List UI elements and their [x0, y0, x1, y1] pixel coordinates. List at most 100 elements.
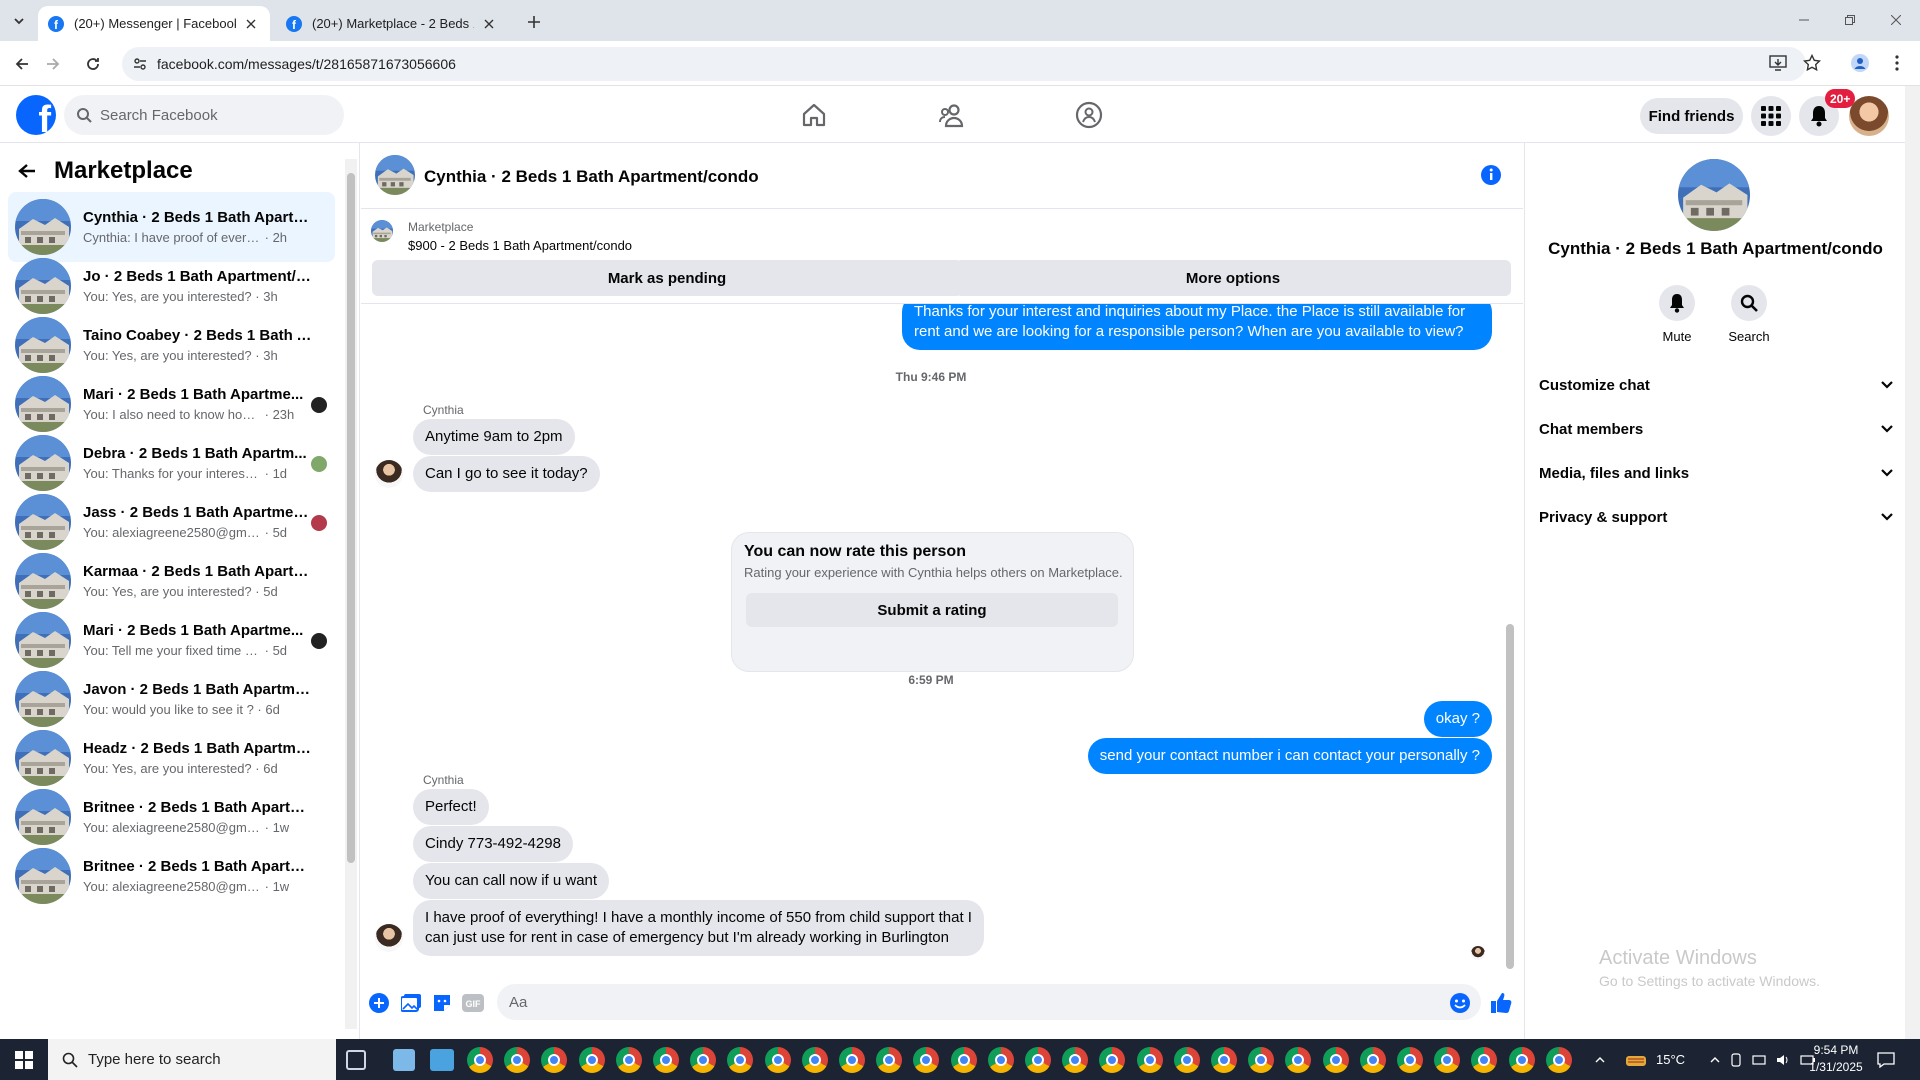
chrome-taskbar-icon[interactable] [1285, 1047, 1312, 1073]
bookmark-star-icon[interactable] [1800, 51, 1824, 75]
chrome-taskbar-icon[interactable] [1434, 1047, 1461, 1073]
privacy-support-section[interactable]: Privacy & support [1539, 495, 1894, 539]
message-outgoing[interactable]: send your contact number i can contact y… [1087, 738, 1492, 774]
chat-avatar[interactable] [375, 155, 415, 195]
message-incoming[interactable]: I have proof of everything! I have a mon… [413, 900, 984, 956]
chrome-taskbar-icon[interactable] [504, 1047, 531, 1073]
submit-rating-button[interactable]: Submit a rating [746, 593, 1118, 627]
new-tab-button[interactable] [521, 9, 547, 35]
pen-icon[interactable] [1730, 1052, 1742, 1067]
search-action[interactable]: Search [1709, 285, 1789, 344]
chrome-taskbar-icon[interactable] [541, 1047, 568, 1073]
chrome-taskbar-icon[interactable] [801, 1047, 828, 1073]
chrome-taskbar-icon[interactable] [1397, 1047, 1423, 1073]
chevron-up-icon[interactable] [1710, 1055, 1720, 1065]
chrome-taskbar-icon[interactable] [839, 1047, 865, 1073]
install-app-icon[interactable] [1766, 51, 1790, 75]
message-outgoing[interactable]: Thanks for your interest and inquiries a… [902, 304, 1492, 350]
chrome-taskbar-icon[interactable] [1471, 1047, 1498, 1073]
taskbar-search-box[interactable]: Type here to search [48, 1039, 336, 1080]
photo-icon[interactable] [399, 991, 423, 1015]
chrome-taskbar-icon[interactable] [727, 1047, 754, 1073]
close-window-button[interactable] [1873, 0, 1919, 40]
back-button[interactable] [9, 51, 35, 77]
chrome-taskbar-icon[interactable] [764, 1047, 791, 1073]
conversation-list-scrollbar[interactable] [345, 159, 357, 1029]
sender-avatar[interactable] [375, 924, 403, 952]
forward-button[interactable] [40, 51, 66, 77]
address-bar[interactable]: facebook.com/messages/t/2816587167305660… [122, 47, 1806, 81]
conversation-item[interactable]: Britnee · 2 Beds 1 Bath Apartme... You: a… [8, 841, 335, 911]
reload-button[interactable] [80, 51, 106, 77]
message-incoming[interactable]: Cindy 773-492-4298 [413, 826, 573, 862]
plus-circle-icon[interactable] [367, 991, 391, 1015]
message-outgoing[interactable]: okay ? [1423, 701, 1492, 737]
sticker-icon[interactable] [430, 991, 454, 1015]
network-icon[interactable] [1752, 1053, 1766, 1067]
chrome-taskbar-icon[interactable] [1545, 1047, 1572, 1073]
chrome-taskbar-icon[interactable] [1322, 1047, 1349, 1073]
account-avatar[interactable] [1849, 96, 1889, 136]
close-tab-icon[interactable] [242, 15, 260, 33]
info-icon[interactable] [1480, 164, 1502, 186]
chat-members-section[interactable]: Chat members [1539, 407, 1894, 451]
listing-thumbnail[interactable] [371, 220, 393, 242]
menu-grid-button[interactable] [1751, 96, 1791, 136]
chrome-taskbar-icon[interactable] [1173, 1047, 1200, 1073]
chat-scrollbar[interactable] [1503, 304, 1517, 974]
tab-marketplace[interactable]: f (20+) Marketplace - 2 Beds 1 B [276, 6, 508, 41]
sender-avatar[interactable] [375, 460, 403, 488]
message-incoming[interactable]: Can I go to see it today? [413, 456, 600, 492]
customize-chat-section[interactable]: Customize chat [1539, 363, 1894, 407]
profile-icon[interactable] [1848, 51, 1872, 75]
media-files-links-section[interactable]: Media, files and links [1539, 451, 1894, 495]
chrome-taskbar-icon[interactable] [1062, 1047, 1089, 1073]
facebook-logo[interactable]: f [16, 95, 56, 135]
mark-as-pending-button[interactable]: Mark as pending [372, 260, 962, 296]
browser-menu-icon[interactable] [1885, 51, 1909, 75]
message-incoming[interactable]: You can call now if u want [413, 863, 610, 899]
emoji-icon[interactable] [1448, 991, 1472, 1015]
restore-window-button[interactable] [1827, 0, 1873, 40]
mute-action[interactable]: Mute [1637, 285, 1717, 344]
groups-icon[interactable] [1074, 100, 1104, 130]
chrome-taskbar-icon[interactable] [950, 1047, 977, 1073]
chrome-taskbar-icon[interactable] [1359, 1047, 1386, 1073]
chrome-taskbar-icon[interactable] [1025, 1047, 1051, 1073]
clock[interactable]: 9:54 PM 1/31/2025 [1800, 1042, 1872, 1076]
chrome-taskbar-icon[interactable] [1248, 1047, 1275, 1073]
home-icon[interactable] [799, 100, 829, 130]
app-icon[interactable] [430, 1049, 454, 1071]
chrome-taskbar-icon[interactable] [1099, 1047, 1126, 1073]
message-input[interactable]: Aa [497, 984, 1481, 1020]
taskbar-overflow-icon[interactable] [1591, 1039, 1609, 1080]
facebook-search-input[interactable]: Search Facebook [64, 95, 344, 135]
chrome-taskbar-icon[interactable] [615, 1047, 642, 1073]
url-text[interactable]: facebook.com/messages/t/2816587167305660… [157, 56, 456, 72]
chrome-taskbar-icon[interactable] [653, 1047, 679, 1073]
chrome-taskbar-icon[interactable] [876, 1047, 903, 1073]
chrome-taskbar-icon[interactable] [1508, 1047, 1535, 1073]
listing-title[interactable]: $900 - 2 Beds 1 Bath Apartment/condo [408, 238, 632, 253]
weather-widget[interactable]: 15°C [1624, 1039, 1685, 1080]
chat-title[interactable]: Cynthia · 2 Beds 1 Bath Apartment/condo [424, 167, 759, 187]
notifications-center-icon[interactable] [1877, 1039, 1895, 1080]
more-options-button[interactable]: More options [955, 260, 1511, 296]
chrome-taskbar-icon[interactable] [467, 1047, 493, 1073]
friends-icon[interactable] [937, 100, 967, 130]
like-thumbs-up-icon[interactable] [1489, 991, 1513, 1015]
notepad-icon[interactable] [393, 1049, 415, 1071]
site-settings-icon[interactable] [132, 56, 148, 72]
message-incoming[interactable]: Perfect! [413, 789, 489, 825]
page-scrollbar[interactable] [1905, 86, 1920, 1039]
chrome-taskbar-icon[interactable] [987, 1047, 1014, 1073]
details-avatar[interactable] [1678, 159, 1750, 231]
chrome-taskbar-icon[interactable] [1211, 1047, 1237, 1073]
message-incoming[interactable]: Anytime 9am to 2pm [413, 419, 575, 455]
task-view-icon[interactable] [346, 1050, 366, 1070]
tab-search-button[interactable] [8, 10, 30, 32]
back-arrow-icon[interactable] [18, 163, 36, 179]
chrome-taskbar-icon[interactable] [1136, 1047, 1163, 1073]
minimize-window-button[interactable] [1781, 0, 1827, 40]
gif-icon[interactable]: GIF [461, 991, 485, 1015]
